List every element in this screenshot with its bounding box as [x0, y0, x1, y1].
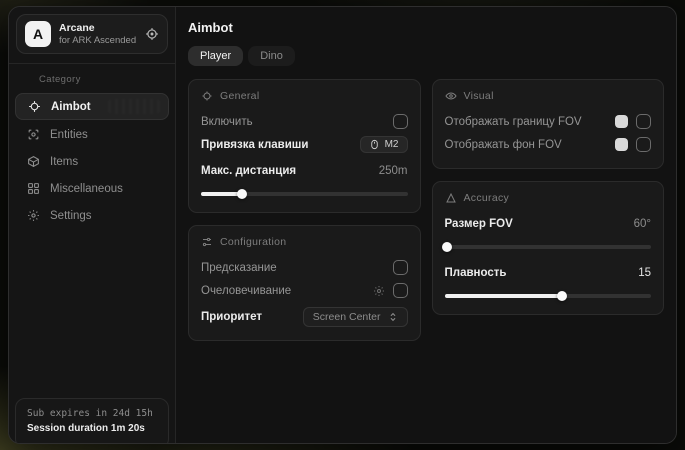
- box-icon: [27, 155, 41, 168]
- tab-bar: Player Dino: [188, 46, 664, 66]
- max-distance-label: Макс. дистанция: [201, 165, 296, 177]
- sidebar-item-label: Aimbot: [51, 101, 91, 113]
- humanize-checkbox[interactable]: [393, 283, 408, 298]
- cheat-menu-window: A Arcane for ARK Ascended Category: [8, 6, 677, 444]
- sidebar-item-label: Settings: [50, 210, 92, 222]
- slider-thumb[interactable]: [237, 189, 247, 199]
- crosshair-icon: [28, 100, 42, 113]
- target-icon[interactable]: [145, 27, 159, 41]
- fov-background-color-swatch[interactable]: [615, 138, 628, 151]
- app-logo: A: [25, 21, 51, 47]
- configuration-card: Configuration Предсказание Очеловечивани…: [188, 225, 421, 341]
- mouse-icon: [369, 139, 380, 150]
- fov-size-value: 60°: [634, 218, 651, 230]
- app-subtitle: for ARK Ascended: [59, 35, 137, 46]
- humanize-settings-gear-icon[interactable]: [373, 285, 385, 297]
- sidebar-nav: Aimbot Entities Items: [9, 93, 175, 228]
- fov-border-color-swatch[interactable]: [615, 115, 628, 128]
- max-distance-slider[interactable]: [201, 188, 408, 200]
- session-duration-text: Session duration 1m 20s: [27, 421, 157, 436]
- visual-card: Visual Отображать границу FOV Отображать…: [432, 79, 665, 169]
- page-title: Aimbot: [188, 20, 664, 35]
- visual-card-title: Visual: [464, 90, 494, 102]
- prediction-checkbox[interactable]: [393, 260, 408, 275]
- tab-player[interactable]: Player: [188, 46, 243, 66]
- keybind-value: M2: [385, 139, 399, 150]
- humanize-label: Очеловечивание: [201, 285, 291, 297]
- sidebar-item-aimbot[interactable]: Aimbot: [15, 93, 169, 120]
- general-card-icon: [201, 90, 213, 102]
- sidebar-item-entities[interactable]: Entities: [15, 122, 169, 147]
- fov-size-slider[interactable]: [445, 241, 652, 253]
- accuracy-card: Accuracy Размер FOV 60°: [432, 181, 665, 315]
- fov-border-label: Отображать границу FOV: [445, 116, 582, 128]
- grid-icon: [27, 182, 41, 195]
- brand-text: Arcane for ARK Ascended: [59, 22, 137, 46]
- fov-background-label: Отображать фон FOV: [445, 139, 562, 151]
- prediction-label: Предсказание: [201, 262, 277, 274]
- accuracy-card-icon: [445, 192, 457, 204]
- sub-expires-text: Sub expires in 24d 15h: [27, 407, 157, 421]
- priority-value: Screen Center: [313, 311, 381, 323]
- keybind-label: Привязка клавиши: [201, 139, 308, 151]
- sidebar-item-miscellaneous[interactable]: Miscellaneous: [15, 176, 169, 201]
- tab-dino[interactable]: Dino: [248, 46, 295, 66]
- configuration-card-title: Configuration: [220, 236, 286, 248]
- priority-dropdown[interactable]: Screen Center: [303, 307, 408, 327]
- smoothness-value: 15: [638, 267, 651, 279]
- brand-card: A Arcane for ARK Ascended: [16, 14, 168, 54]
- chevron-up-down-icon: [388, 312, 398, 322]
- configuration-card-icon: [201, 236, 213, 248]
- visual-card-icon: [445, 90, 457, 102]
- gear-icon: [27, 209, 41, 222]
- main-content: Aimbot Player Dino General: [176, 7, 676, 443]
- subscription-info: Sub expires in 24d 15h Session duration …: [15, 398, 169, 444]
- fov-size-label: Размер FOV: [445, 218, 513, 230]
- fov-border-checkbox[interactable]: [636, 114, 651, 129]
- smoothness-slider[interactable]: [445, 290, 652, 302]
- sidebar-item-settings[interactable]: Settings: [15, 203, 169, 228]
- ghost-watermark: [108, 99, 160, 114]
- scan-icon: [27, 128, 41, 141]
- enable-checkbox[interactable]: [393, 114, 408, 129]
- priority-label: Приоритет: [201, 311, 262, 323]
- smoothness-label: Плавность: [445, 267, 507, 279]
- sidebar-item-label: Items: [50, 156, 78, 168]
- slider-thumb[interactable]: [442, 242, 452, 252]
- fov-background-checkbox[interactable]: [636, 137, 651, 152]
- enable-label: Включить: [201, 116, 253, 128]
- slider-thumb[interactable]: [557, 291, 567, 301]
- keybind-button[interactable]: M2: [360, 136, 408, 153]
- sidebar-item-label: Entities: [50, 129, 88, 141]
- accuracy-card-title: Accuracy: [464, 192, 510, 204]
- category-label: Category: [9, 72, 175, 93]
- sidebar-divider: [9, 63, 175, 64]
- general-card-title: General: [220, 90, 259, 102]
- sidebar-item-items[interactable]: Items: [15, 149, 169, 174]
- sidebar: A Arcane for ARK Ascended Category: [9, 7, 176, 443]
- max-distance-value: 250m: [379, 165, 408, 177]
- sidebar-item-label: Miscellaneous: [50, 183, 123, 195]
- general-card: General Включить Привязка клавиши: [188, 79, 421, 213]
- app-name: Arcane: [59, 22, 137, 35]
